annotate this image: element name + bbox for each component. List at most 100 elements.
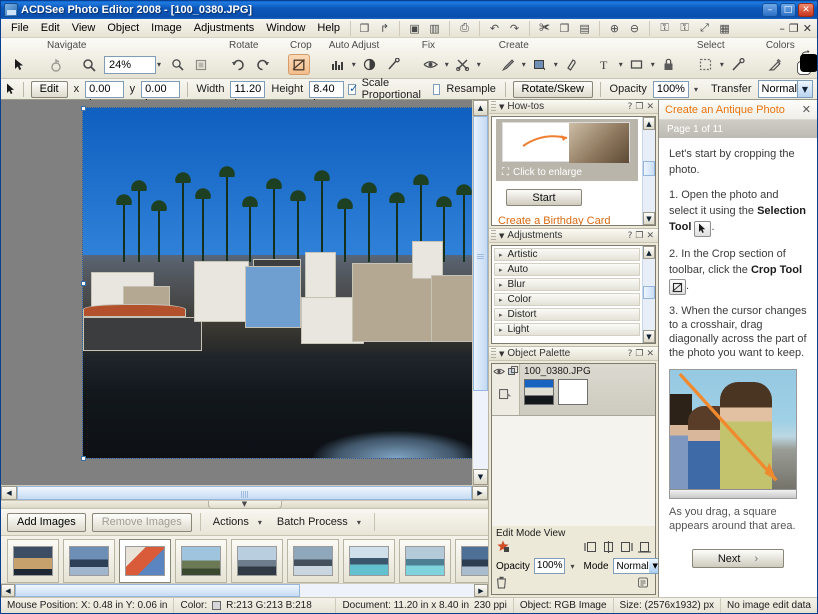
open-icon[interactable]: ↱ bbox=[375, 20, 394, 37]
layer-properties-icon[interactable] bbox=[499, 388, 512, 403]
undo-icon[interactable]: ↶ bbox=[485, 20, 504, 37]
grid-icon[interactable]: ▦ bbox=[715, 20, 734, 37]
howto-preview-card[interactable]: ⛶ Click to enlarge bbox=[496, 119, 638, 181]
lock-icon[interactable]: ⚿ bbox=[655, 20, 674, 37]
paste-icon[interactable]: ▤ bbox=[575, 20, 594, 37]
howto-enlarge-caption[interactable]: ⛶ Click to enlarge bbox=[502, 167, 582, 178]
selection-handle-tl[interactable] bbox=[81, 106, 86, 111]
selection-handle-bl[interactable] bbox=[81, 456, 86, 461]
object-palette-drag-grip[interactable] bbox=[491, 348, 496, 359]
list-item[interactable]: ▸ Artistic bbox=[494, 248, 640, 261]
marquee-select-button[interactable] bbox=[695, 54, 717, 75]
expand-icon[interactable]: ▸ bbox=[499, 281, 503, 289]
add-images-button[interactable]: Add Images bbox=[7, 512, 86, 532]
opacity-input[interactable]: 100% bbox=[652, 80, 689, 98]
shape-dropdown-caret[interactable]: ▾ bbox=[650, 60, 656, 69]
expand-icon[interactable]: ▸ bbox=[499, 296, 503, 304]
object-palette-restore-button[interactable]: ❐ bbox=[635, 349, 643, 359]
link-layers-icon[interactable] bbox=[507, 366, 519, 380]
unlock-icon[interactable]: ⚿ bbox=[675, 20, 694, 37]
draw-dropdown-caret[interactable]: ▾ bbox=[521, 60, 527, 69]
filmstrip-scrollbar[interactable]: ◀ ▶ bbox=[1, 583, 488, 597]
object-opacity-caret[interactable]: ▾ bbox=[569, 562, 575, 571]
select-dropdown-caret[interactable]: ▾ bbox=[719, 60, 725, 69]
visibility-eye-icon[interactable] bbox=[492, 366, 505, 380]
rotate-left-button[interactable] bbox=[227, 54, 249, 75]
adjustments-scroll-up[interactable]: ▲ bbox=[643, 246, 655, 259]
batch-process-menu[interactable]: Batch Process ▾ bbox=[273, 516, 366, 528]
object-opacity-input[interactable]: 100% bbox=[533, 558, 566, 574]
rotate-right-button[interactable] bbox=[251, 54, 273, 75]
object-menu-icon[interactable] bbox=[638, 577, 651, 591]
fill-dropdown-caret[interactable]: ▾ bbox=[553, 60, 559, 69]
red-eye-button[interactable] bbox=[420, 54, 442, 75]
list-item[interactable]: ▸ Light bbox=[494, 323, 640, 336]
next-button[interactable]: Next › bbox=[692, 549, 784, 568]
blemish-dropdown-caret[interactable]: ▾ bbox=[476, 60, 482, 69]
rotate-skew-button[interactable]: Rotate/Skew bbox=[512, 80, 593, 98]
filmstrip-scroll-left[interactable]: ◀ bbox=[1, 584, 15, 597]
zoom-level-input[interactable]: 24% bbox=[104, 55, 156, 74]
adjustments-scroll-track[interactable] bbox=[643, 259, 655, 330]
color-swatches[interactable] bbox=[796, 49, 817, 77]
menu-object[interactable]: Object bbox=[101, 20, 145, 36]
blemish-remover-button[interactable] bbox=[452, 54, 474, 75]
batch-process-caret-icon[interactable]: ▾ bbox=[356, 518, 362, 527]
width-input[interactable]: 11.20 in bbox=[230, 80, 266, 110]
adjustments-scroll-thumb[interactable] bbox=[643, 285, 655, 299]
howtos-restore-button[interactable]: ❐ bbox=[635, 102, 643, 112]
filmstrip-scroll-track[interactable] bbox=[15, 584, 474, 597]
howtos-drag-grip[interactable] bbox=[491, 101, 496, 112]
align-right-icon[interactable] bbox=[620, 541, 633, 556]
pan-tool-button[interactable] bbox=[45, 54, 67, 75]
actions-caret-icon[interactable]: ▾ bbox=[257, 518, 263, 527]
canvas-vertical-scrollbar[interactable]: ▲ ▼ bbox=[472, 100, 488, 485]
list-item[interactable]: ▸ Distort bbox=[494, 308, 640, 321]
close-button[interactable]: ✕ bbox=[798, 3, 814, 17]
object-mode-select[interactable]: Normal ▼ bbox=[612, 558, 658, 574]
list-item[interactable] bbox=[175, 539, 227, 583]
chevron-down-icon[interactable]: ▼ bbox=[499, 103, 504, 111]
doc-close-button[interactable]: ✕ bbox=[803, 22, 812, 35]
list-item[interactable] bbox=[343, 539, 395, 583]
zoom-tool-button[interactable] bbox=[78, 54, 100, 75]
actions-menu[interactable]: Actions ▾ bbox=[209, 516, 267, 528]
howto-start-button[interactable]: Start bbox=[506, 189, 582, 206]
expand-icon[interactable]: ▸ bbox=[499, 266, 503, 274]
object-palette-help-button[interactable]: ? bbox=[628, 349, 633, 359]
zoom-level-combo[interactable]: 24% ▾ bbox=[104, 55, 162, 74]
menu-help[interactable]: Help bbox=[311, 20, 346, 36]
edit-button[interactable]: Edit bbox=[30, 80, 68, 98]
adjustments-scrollbar[interactable]: ▲ ▼ bbox=[642, 246, 655, 343]
list-item[interactable] bbox=[7, 539, 59, 583]
object-layer-entry[interactable]: 100_0380.JPG bbox=[520, 364, 655, 415]
howtos-panel-header[interactable]: ▼ How-tos ? ❐ ✕ bbox=[489, 100, 658, 114]
zoom-fit-button[interactable] bbox=[166, 54, 188, 75]
auto-levels-button[interactable] bbox=[327, 54, 349, 75]
doc-minimize-button[interactable]: – bbox=[779, 22, 785, 35]
selection-handle-ml[interactable] bbox=[81, 281, 86, 286]
vscroll-up-button[interactable]: ▲ bbox=[473, 100, 488, 116]
new-icon[interactable]: ❐ bbox=[355, 20, 374, 37]
vscroll-thumb[interactable] bbox=[473, 116, 488, 392]
doc-restore-button[interactable]: ❐ bbox=[789, 22, 799, 35]
shape-tool-button[interactable] bbox=[626, 54, 648, 75]
crop-tool-button[interactable] bbox=[288, 54, 311, 75]
red-eye-dropdown-caret[interactable]: ▾ bbox=[444, 60, 450, 69]
foreground-color-swatch[interactable] bbox=[799, 53, 817, 72]
fill-tool-button[interactable] bbox=[529, 54, 551, 75]
eyedropper-button[interactable] bbox=[764, 54, 786, 75]
list-item[interactable] bbox=[399, 539, 451, 583]
canvas-viewport[interactable] bbox=[1, 100, 472, 485]
x-input[interactable]: 0.00 in bbox=[85, 80, 124, 110]
zoom-in-icon[interactable]: ⊕ bbox=[605, 20, 624, 37]
height-input[interactable]: 8.40 in bbox=[309, 80, 345, 110]
lock-object-button[interactable] bbox=[658, 54, 680, 75]
object-layer-mask-thumbnail[interactable] bbox=[558, 379, 588, 405]
canvas-horizontal-scrollbar[interactable]: ◀ ▶ bbox=[1, 484, 488, 501]
eraser-tool-button[interactable] bbox=[561, 54, 583, 75]
minimize-button[interactable]: – bbox=[762, 3, 778, 17]
align-center-icon[interactable] bbox=[602, 540, 615, 556]
list-item[interactable]: ▸ Auto bbox=[494, 263, 640, 276]
list-item[interactable] bbox=[455, 539, 488, 583]
